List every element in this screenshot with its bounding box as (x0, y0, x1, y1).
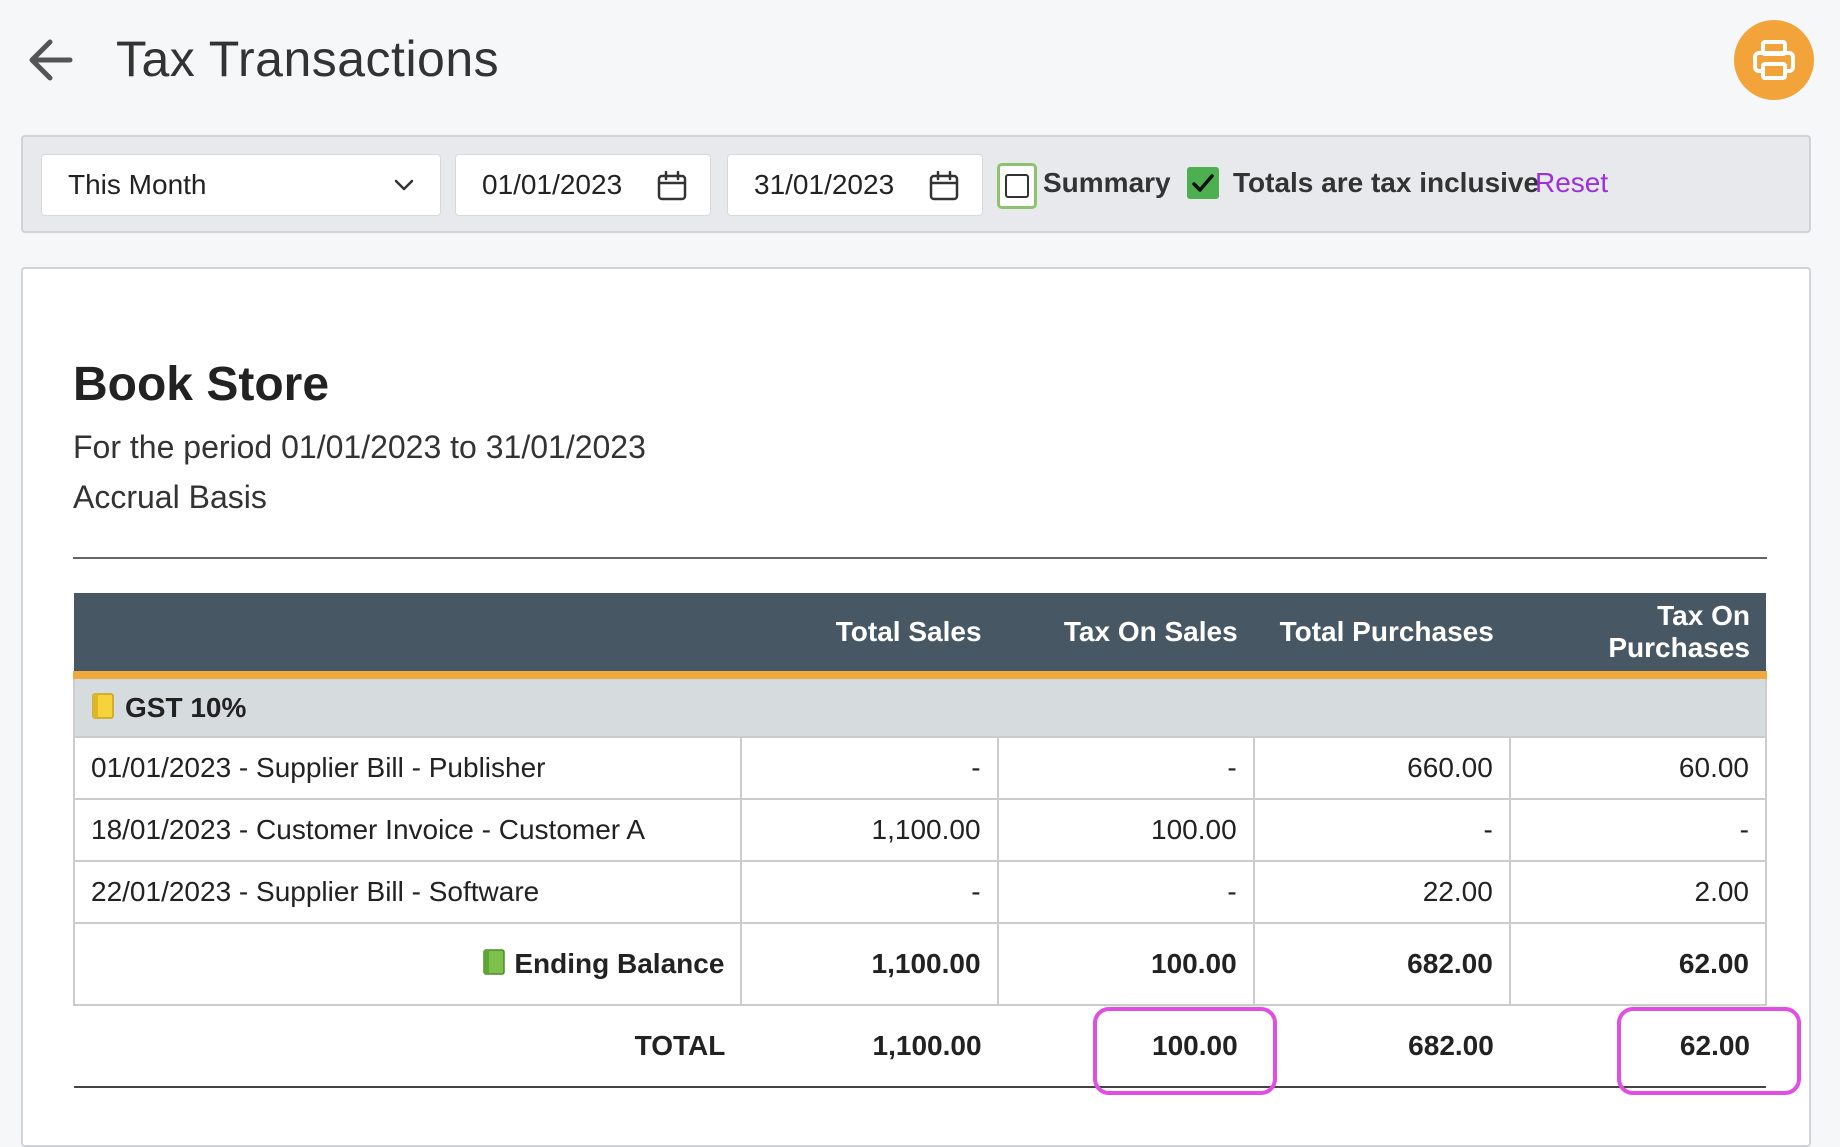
column-header-tax-on-purchases: Tax On Purchases (1509, 593, 1766, 679)
total-total-purchases: 682.00 (1253, 1005, 1510, 1088)
back-button[interactable] (22, 30, 82, 90)
cell-tax-on-sales: - (996, 736, 1255, 800)
calendar-icon[interactable] (656, 170, 688, 202)
period-select[interactable]: This Month (41, 154, 441, 216)
end-date-value: 31/01/2023 (754, 169, 895, 200)
total-label: TOTAL (74, 1005, 742, 1088)
ending-balance-row: Ending Balance 1,100.00 100.00 682.00 62… (72, 922, 1768, 1006)
checkmark-icon (1192, 174, 1214, 192)
cell-total-purchases: 22.00 (1252, 860, 1511, 924)
ending-balance-label: Ending Balance (514, 948, 725, 979)
group-row: GST 10% (73, 674, 1767, 738)
balance-total-purchases: 682.00 (1252, 922, 1511, 1006)
checkbox-box (1005, 174, 1029, 198)
group-cell: GST 10% (73, 674, 1767, 738)
report-card: Book Store For the period 01/01/2023 to … (21, 267, 1811, 1147)
cell-tax-on-sales: - (996, 860, 1255, 924)
balance-tax-on-purchases: 62.00 (1508, 922, 1768, 1006)
chevron-down-icon (394, 179, 414, 191)
column-header-total-purchases: Total Purchases (1253, 593, 1510, 679)
total-row: TOTAL 1,100.00 100.00 682.00 62.00 (74, 1005, 1766, 1088)
row-description[interactable]: 18/01/2023 - Customer Invoice - Customer… (72, 798, 743, 862)
total-tax-on-sales: 100.00 (997, 1005, 1254, 1088)
report-basis: Accrual Basis (73, 479, 267, 515)
period-select-value: This Month (68, 169, 207, 200)
tax-inclusive-checkbox[interactable] (1187, 167, 1219, 199)
ending-balance-label-cell: Ending Balance (72, 922, 743, 1006)
row-description[interactable]: 22/01/2023 - Supplier Bill - Software (72, 860, 743, 924)
cell-total-purchases: 660.00 (1252, 736, 1511, 800)
arrow-left-icon (29, 39, 73, 81)
balance-total-sales: 1,100.00 (740, 922, 999, 1006)
company-name: Book Store (73, 358, 330, 411)
divider (73, 557, 1767, 559)
tax-inclusive-label[interactable]: Totals are tax inclusive (1233, 167, 1539, 199)
summary-label[interactable]: Summary (1043, 167, 1171, 199)
page-title: Tax Transactions (116, 31, 500, 87)
table-row[interactable]: 01/01/2023 - Supplier Bill - Publisher -… (72, 736, 1768, 800)
green-book-icon (483, 949, 506, 975)
yellow-tag-icon (92, 692, 114, 719)
column-header-tax-on-sales: Tax On Sales (997, 593, 1254, 679)
end-date-input[interactable]: 31/01/2023 (727, 154, 983, 216)
cell-total-purchases: - (1252, 798, 1511, 862)
report-period: For the period 01/01/2023 to 31/01/2023 (73, 429, 646, 465)
column-header-total-sales: Total Sales (741, 593, 998, 679)
tax-transactions-table: Total Sales Tax On Sales Total Purchases… (72, 593, 1768, 1088)
cell-total-sales: 1,100.00 (740, 798, 999, 862)
column-header (74, 593, 742, 679)
cell-total-sales: - (740, 736, 999, 800)
print-button[interactable] (1734, 20, 1814, 100)
reset-link[interactable]: Reset (1535, 167, 1608, 199)
summary-checkbox[interactable] (997, 163, 1037, 209)
calendar-icon[interactable] (928, 170, 960, 202)
row-description[interactable]: 01/01/2023 - Supplier Bill - Publisher (72, 736, 743, 800)
cell-tax-on-purchases: 2.00 (1508, 860, 1768, 924)
cell-tax-on-purchases: - (1508, 798, 1768, 862)
total-tax-on-purchases: 62.00 (1509, 1005, 1766, 1088)
table-row[interactable]: 18/01/2023 - Customer Invoice - Customer… (72, 798, 1768, 862)
printer-icon (1753, 40, 1795, 80)
balance-tax-on-sales: 100.00 (996, 922, 1255, 1006)
start-date-input[interactable]: 01/01/2023 (455, 154, 711, 216)
cell-tax-on-sales: 100.00 (996, 798, 1255, 862)
table-header-row: Total Sales Tax On Sales Total Purchases… (74, 593, 1766, 679)
group-name: GST 10% (125, 691, 247, 723)
start-date-value: 01/01/2023 (482, 169, 623, 200)
filter-toolbar: This Month 01/01/2023 31/01/2023 Summary… (21, 135, 1811, 233)
total-total-sales: 1,100.00 (741, 1005, 998, 1088)
table-row[interactable]: 22/01/2023 - Supplier Bill - Software - … (72, 860, 1768, 924)
cell-tax-on-purchases: 60.00 (1508, 736, 1768, 800)
cell-total-sales: - (740, 860, 999, 924)
